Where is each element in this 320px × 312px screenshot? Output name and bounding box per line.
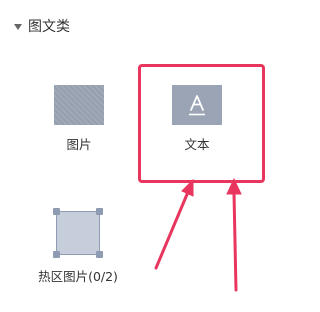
widget-image[interactable]: 图片 [48,85,110,153]
image-placeholder-icon [54,85,104,125]
caret-down-icon[interactable] [14,24,22,30]
resize-handle-icon [96,251,103,258]
arrow-vertical-icon [232,191,238,292]
section-header-graphic-text[interactable]: 图文类 [14,17,70,37]
resize-handle-icon [53,208,60,215]
text-letter-a-icon [172,85,222,125]
widget-image-label: 图片 [66,137,92,152]
arrow-diagonal-icon [154,190,190,270]
resize-handle-icon [53,251,60,258]
widget-hotspot-image-label: 热区图片(0/2) [38,269,118,284]
resize-handle-icon [96,208,103,215]
widget-text[interactable]: 文本 [171,85,223,153]
widget-text-label: 文本 [184,137,210,152]
widget-hotspot-image[interactable]: 热区图片(0/2) [30,207,126,285]
hotspot-image-icon [53,208,103,258]
section-title: 图文类 [28,19,70,35]
